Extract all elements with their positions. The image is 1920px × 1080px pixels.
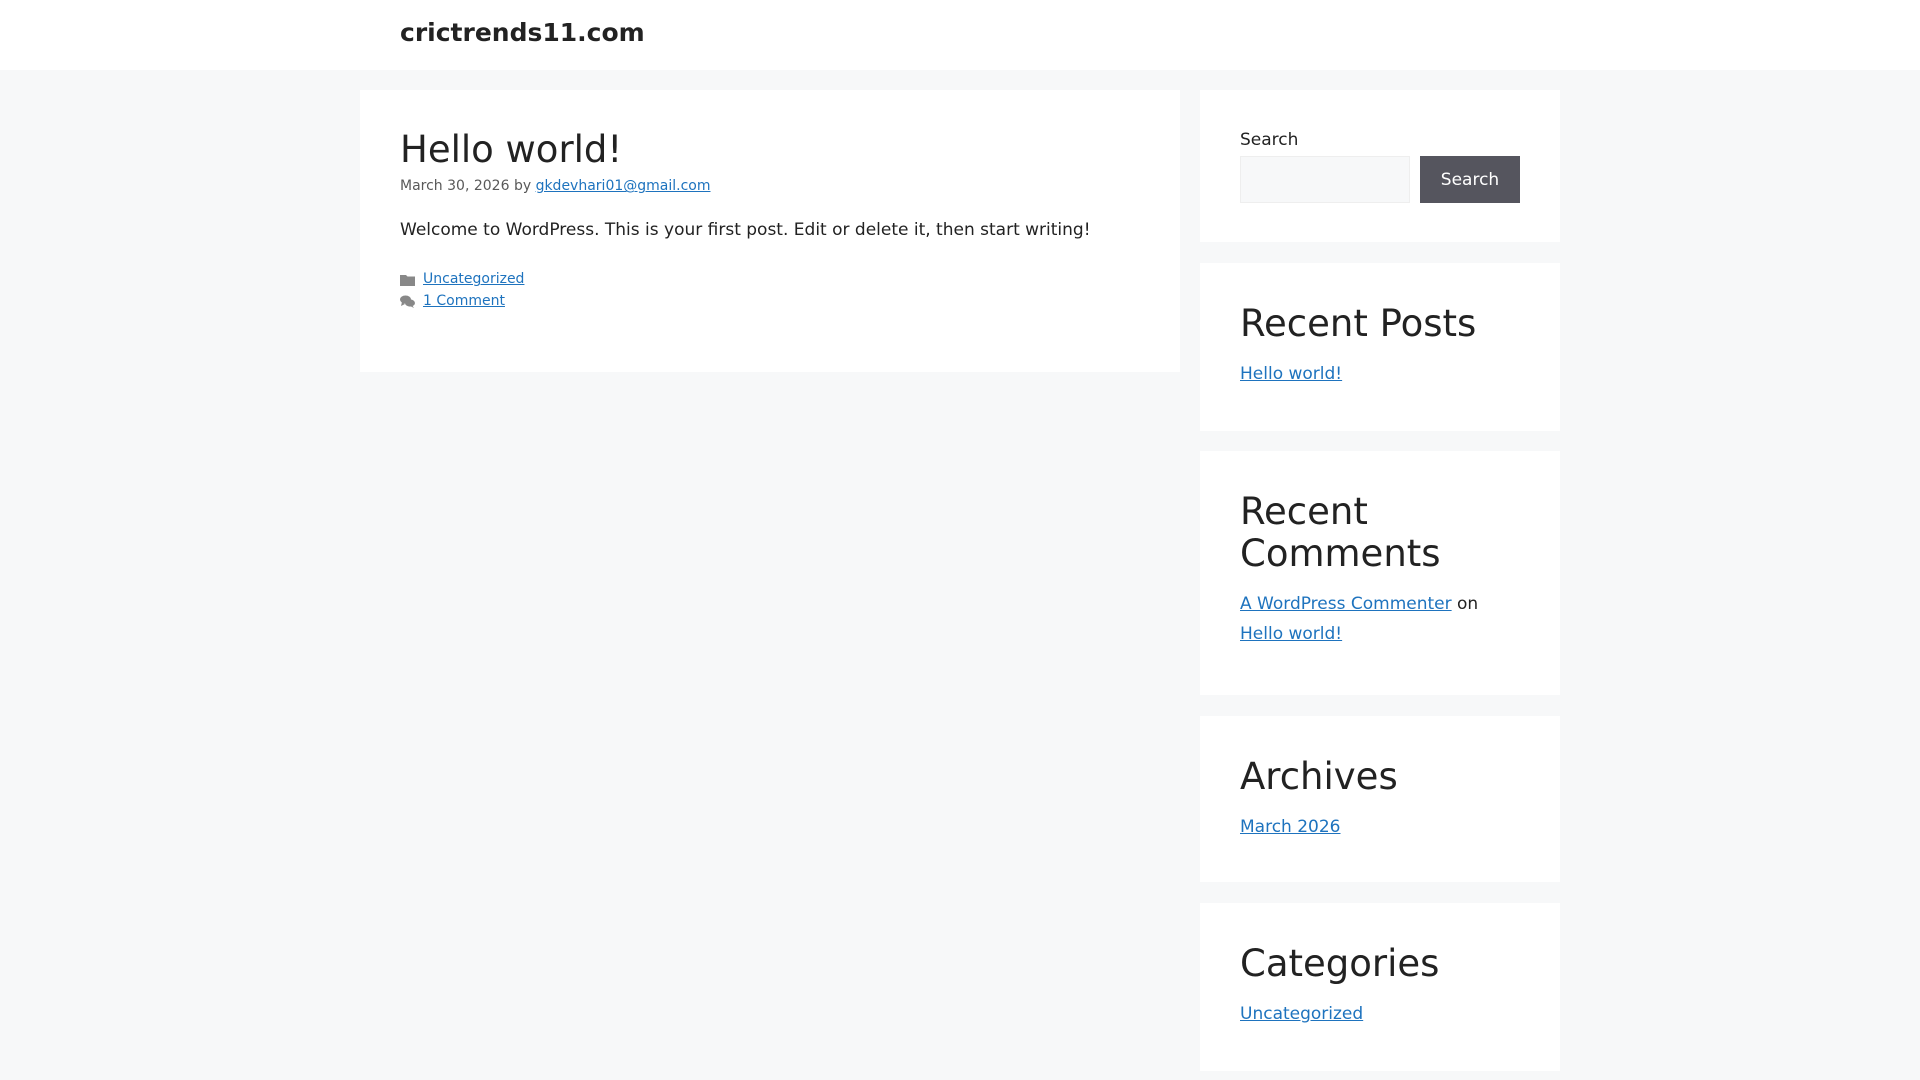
category-widget-link[interactable]: Uncategorized [1240,1004,1363,1024]
search-button[interactable]: Search [1420,156,1520,203]
categories-widget: Categories Uncategorized [1200,903,1560,1071]
folder-icon [400,274,415,286]
on-label: on [1457,594,1479,614]
post-footer: Uncategorized 1 Comment [400,268,1140,312]
search-widget: Search Search [1200,90,1560,242]
widget-title: Categories [1240,942,1440,985]
recent-posts-widget: Recent Posts Hello world! [1200,263,1560,431]
recent-comments-widget: Recent Comments A WordPress Commenter on… [1200,451,1560,695]
search-label: Search [1240,130,1299,150]
widget-title: Recent Comments [1240,490,1441,575]
post-title: Hello world! [400,128,623,171]
archives-widget: Archives March 2026 [1200,716,1560,882]
comments-icon [400,295,415,308]
recent-post-link[interactable]: Hello world! [1240,364,1342,384]
post-content: Welcome to WordPress. This is your first… [400,220,1091,241]
site-header: crictrends11.com [0,0,1920,70]
search-input[interactable] [1240,156,1410,203]
comment-author-link[interactable]: A WordPress Commenter [1240,594,1452,614]
category-link[interactable]: Uncategorized [423,268,524,290]
comment-post-link[interactable]: Hello world! [1240,624,1342,644]
post-date: March 30, 2026 [400,178,510,195]
widget-title: Archives [1240,755,1398,798]
post-meta: March 30, 2026 by gkdevhari01@gmail.com [400,178,1140,194]
archive-link[interactable]: March 2026 [1240,817,1341,837]
site-title-link[interactable]: crictrends11.com [400,18,645,47]
comments-link[interactable]: 1 Comment [423,290,505,312]
by-label: by [513,178,532,195]
widget-title: Recent Posts [1240,302,1477,345]
author-link[interactable]: gkdevhari01@gmail.com [536,178,711,194]
post-card: Hello world! March 30, 2026 by gkdevhari… [360,90,1180,372]
